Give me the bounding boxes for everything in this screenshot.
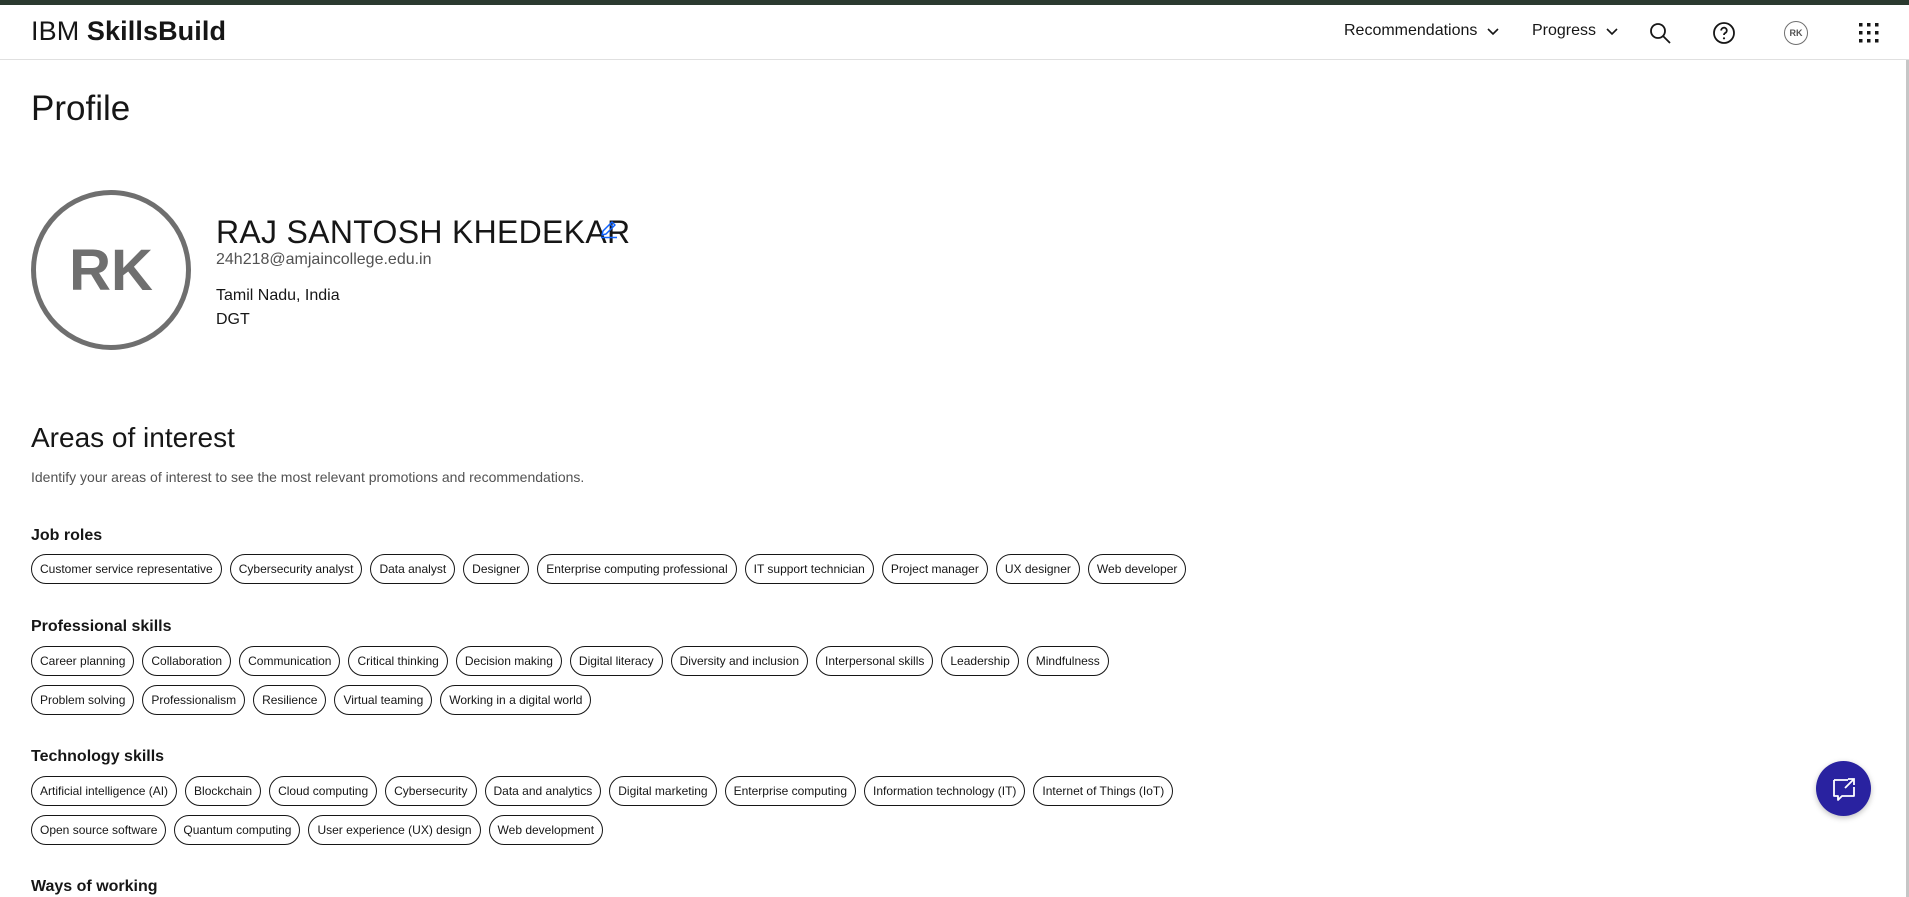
interest-chip[interactable]: Enterprise computing professional (537, 554, 737, 584)
interest-chip[interactable]: Data and analytics (484, 776, 602, 806)
interest-chip[interactable]: Data analyst (370, 554, 456, 584)
interest-chip[interactable]: Collaboration (142, 646, 232, 676)
interest-chip[interactable]: Career planning (31, 646, 135, 676)
interest-chip[interactable]: Resilience (253, 685, 327, 715)
interest-chip[interactable]: Information technology (IT) (864, 776, 1026, 806)
chat-button[interactable] (1816, 761, 1871, 816)
search-icon (1650, 23, 1671, 44)
technology-skills-chip-list: Artificial intelligence (AI) Blockchain … (31, 776, 1211, 845)
interest-chip[interactable]: Critical thinking (348, 646, 448, 676)
avatar: RK (1784, 21, 1808, 45)
page-title: Profile (31, 89, 131, 128)
professional-skills-heading: Professional skills (31, 618, 172, 635)
interest-chip[interactable]: IT support technician (744, 554, 874, 584)
profile-organization: DGT (216, 311, 250, 328)
help-button[interactable] (1705, 14, 1743, 52)
profile-avatar: RK (31, 190, 191, 350)
interest-chip[interactable]: UX designer (995, 554, 1080, 584)
brand-skillsbuild: SkillsBuild (86, 16, 227, 46)
interest-chip[interactable]: Cybersecurity analyst (229, 554, 363, 584)
interest-chip[interactable]: Project manager (881, 554, 988, 584)
user-menu-button[interactable]: RK (1777, 14, 1815, 52)
job-roles-heading: Job roles (31, 527, 103, 544)
interest-chip[interactable]: Artificial intelligence (AI) (31, 776, 178, 806)
interest-chip[interactable]: Digital literacy (569, 646, 663, 676)
interest-chip[interactable]: Open source software (31, 815, 167, 845)
search-button[interactable] (1641, 14, 1679, 52)
interest-chip[interactable]: Virtual teaming (334, 685, 433, 715)
nav-progress[interactable]: Progress (1532, 22, 1620, 40)
nav-recommendations[interactable]: Recommendations (1344, 22, 1501, 40)
edit-icon[interactable] (598, 218, 620, 240)
interest-chip[interactable]: Enterprise computing (724, 776, 856, 806)
profile-email: 24h218@amjaincollege.edu.in (216, 251, 432, 268)
interest-chip[interactable]: Interpersonal skills (816, 646, 934, 676)
chevron-down-icon (1487, 28, 1499, 36)
profile-location: Tamil Nadu, India (216, 287, 340, 304)
interest-chip[interactable]: Blockchain (185, 776, 262, 806)
ibm-skillsbuild-logo[interactable]: IBM SkillsBuild (31, 16, 226, 47)
job-roles-chip-list: Customer service representative Cybersec… (31, 554, 1211, 584)
interest-chip[interactable]: Internet of Things (IoT) (1033, 776, 1174, 806)
top-navigation-bar: IBM SkillsBuild Recommendations Progress… (0, 5, 1909, 60)
profile-name: RAJ SANTOSH KHEDEKAR (216, 214, 631, 250)
nav-recommendations-label: Recommendations (1344, 22, 1478, 39)
interest-chip[interactable]: Customer service representative (31, 554, 222, 584)
ways-of-working-heading: Ways of working (31, 878, 158, 895)
interest-chip[interactable]: Digital marketing (609, 776, 717, 806)
interest-chip[interactable]: Diversity and inclusion (670, 646, 808, 676)
app-switcher-icon (1859, 23, 1879, 43)
chevron-down-icon (1606, 28, 1618, 36)
interest-chip[interactable]: Cybersecurity (385, 776, 477, 806)
interest-chip[interactable]: Communication (239, 646, 341, 676)
interest-chip[interactable]: Designer (463, 554, 530, 584)
app-switcher-button[interactable] (1850, 14, 1888, 52)
interest-chip[interactable]: Professionalism (142, 685, 246, 715)
areas-of-interest-description: Identify your areas of interest to see t… (31, 469, 585, 485)
interest-chip[interactable]: Working in a digital world (440, 685, 592, 715)
interest-chip[interactable]: Web developer (1087, 554, 1187, 584)
interest-chip[interactable]: Quantum computing (174, 815, 301, 845)
interest-chip[interactable]: Decision making (455, 646, 562, 676)
interest-chip[interactable]: Leadership (941, 646, 1019, 676)
interest-chip[interactable]: User experience (UX) design (308, 815, 481, 845)
interest-chip[interactable]: Mindfulness (1026, 646, 1109, 676)
chat-icon (1832, 777, 1855, 801)
help-icon (1713, 22, 1735, 44)
areas-of-interest-heading: Areas of interest (31, 422, 235, 453)
interest-chip[interactable]: Web development (488, 815, 604, 845)
brand-ibm: IBM (31, 16, 80, 46)
nav-progress-label: Progress (1532, 22, 1597, 39)
professional-skills-chip-list: Career planning Collaboration Communicat… (31, 646, 1211, 715)
interest-chip[interactable]: Cloud computing (269, 776, 378, 806)
technology-skills-heading: Technology skills (31, 748, 165, 765)
interest-chip[interactable]: Problem solving (31, 685, 135, 715)
